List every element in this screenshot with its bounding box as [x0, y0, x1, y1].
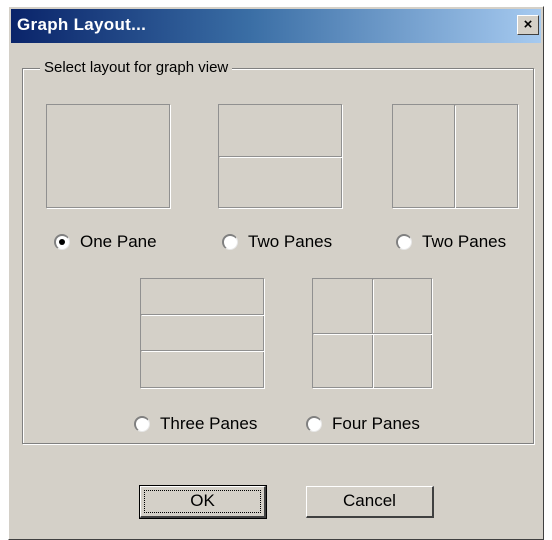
radio-label: Two Panes	[248, 232, 333, 251]
radio-two-panes-vertical[interactable]: Two Panes	[396, 232, 506, 252]
pane-divider	[454, 105, 455, 207]
radio-three-panes[interactable]: Three Panes	[134, 414, 257, 434]
title-bar[interactable]: Graph Layout... ×	[11, 9, 541, 43]
dialog-title: Graph Layout...	[17, 15, 147, 34]
radio-button[interactable]	[396, 234, 412, 250]
two-panes-horizontal-icon	[218, 104, 342, 208]
close-button[interactable]: ×	[517, 15, 539, 35]
pane-divider	[141, 350, 263, 351]
radio-two-panes-horizontal[interactable]: Two Panes	[222, 232, 332, 252]
focus-rect	[144, 490, 261, 513]
radio-four-panes[interactable]: Four Panes	[306, 414, 420, 434]
radio-one-pane[interactable]: One Pane	[54, 232, 157, 252]
radio-button-checked[interactable]	[54, 234, 70, 250]
one-pane-layout-icon	[46, 104, 170, 208]
radio-label: Two Panes	[422, 232, 507, 251]
radio-button[interactable]	[134, 416, 150, 432]
cancel-label: Cancel	[343, 491, 396, 510]
radio-label: One Pane	[80, 232, 157, 251]
pane-divider	[141, 314, 263, 315]
radio-button[interactable]	[222, 234, 238, 250]
ok-button[interactable]: OK	[139, 485, 267, 519]
three-panes-horizontal-icon	[140, 278, 264, 388]
cancel-button[interactable]: Cancel	[306, 486, 434, 518]
groupbox-legend: Select layout for graph view	[40, 59, 233, 76]
radio-label: Three Panes	[160, 414, 258, 433]
two-panes-vertical-icon	[392, 104, 518, 208]
radio-label: Four Panes	[332, 414, 420, 433]
four-panes-grid-icon	[312, 278, 432, 388]
pane-divider	[219, 156, 341, 157]
pane-divider	[313, 333, 431, 334]
radio-button[interactable]	[306, 416, 322, 432]
